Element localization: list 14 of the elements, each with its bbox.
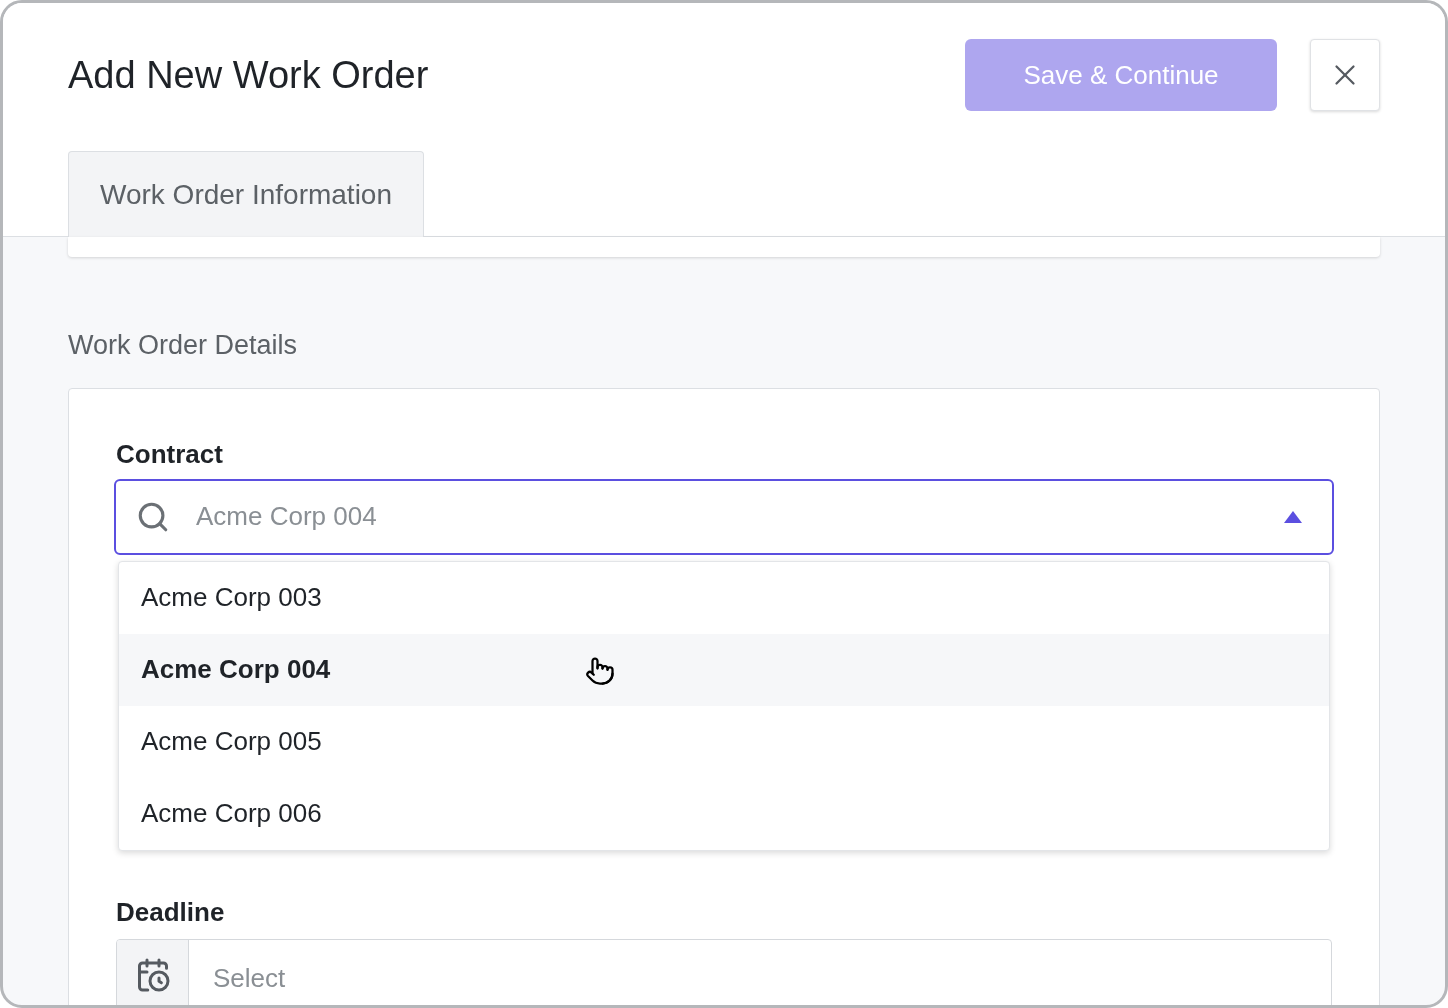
search-input[interactable]: Acme Corp 004 <box>196 497 1284 536</box>
window-title: Add New Work Order <box>68 52 430 98</box>
hand-cursor-icon <box>585 655 615 686</box>
dropdown-option[interactable]: Acme Corp 005 <box>119 705 1329 778</box>
dropdown-option[interactable]: Acme Corp 004 <box>119 633 1329 706</box>
section-title: Work Order Details <box>68 329 299 362</box>
field-label: Deadline <box>116 898 226 925</box>
search-field[interactable]: Acme Corp 004 <box>114 478 1334 555</box>
dropdown-option[interactable]: Acme Corp 003 <box>119 561 1329 634</box>
tab[interactable]: Work Order Information <box>68 151 425 237</box>
field-label: Contract <box>116 438 224 467</box>
caret-up-icon <box>1284 510 1302 523</box>
dropdown-option[interactable]: Acme Corp 006 <box>119 777 1329 850</box>
close-button[interactable] <box>1310 39 1380 111</box>
